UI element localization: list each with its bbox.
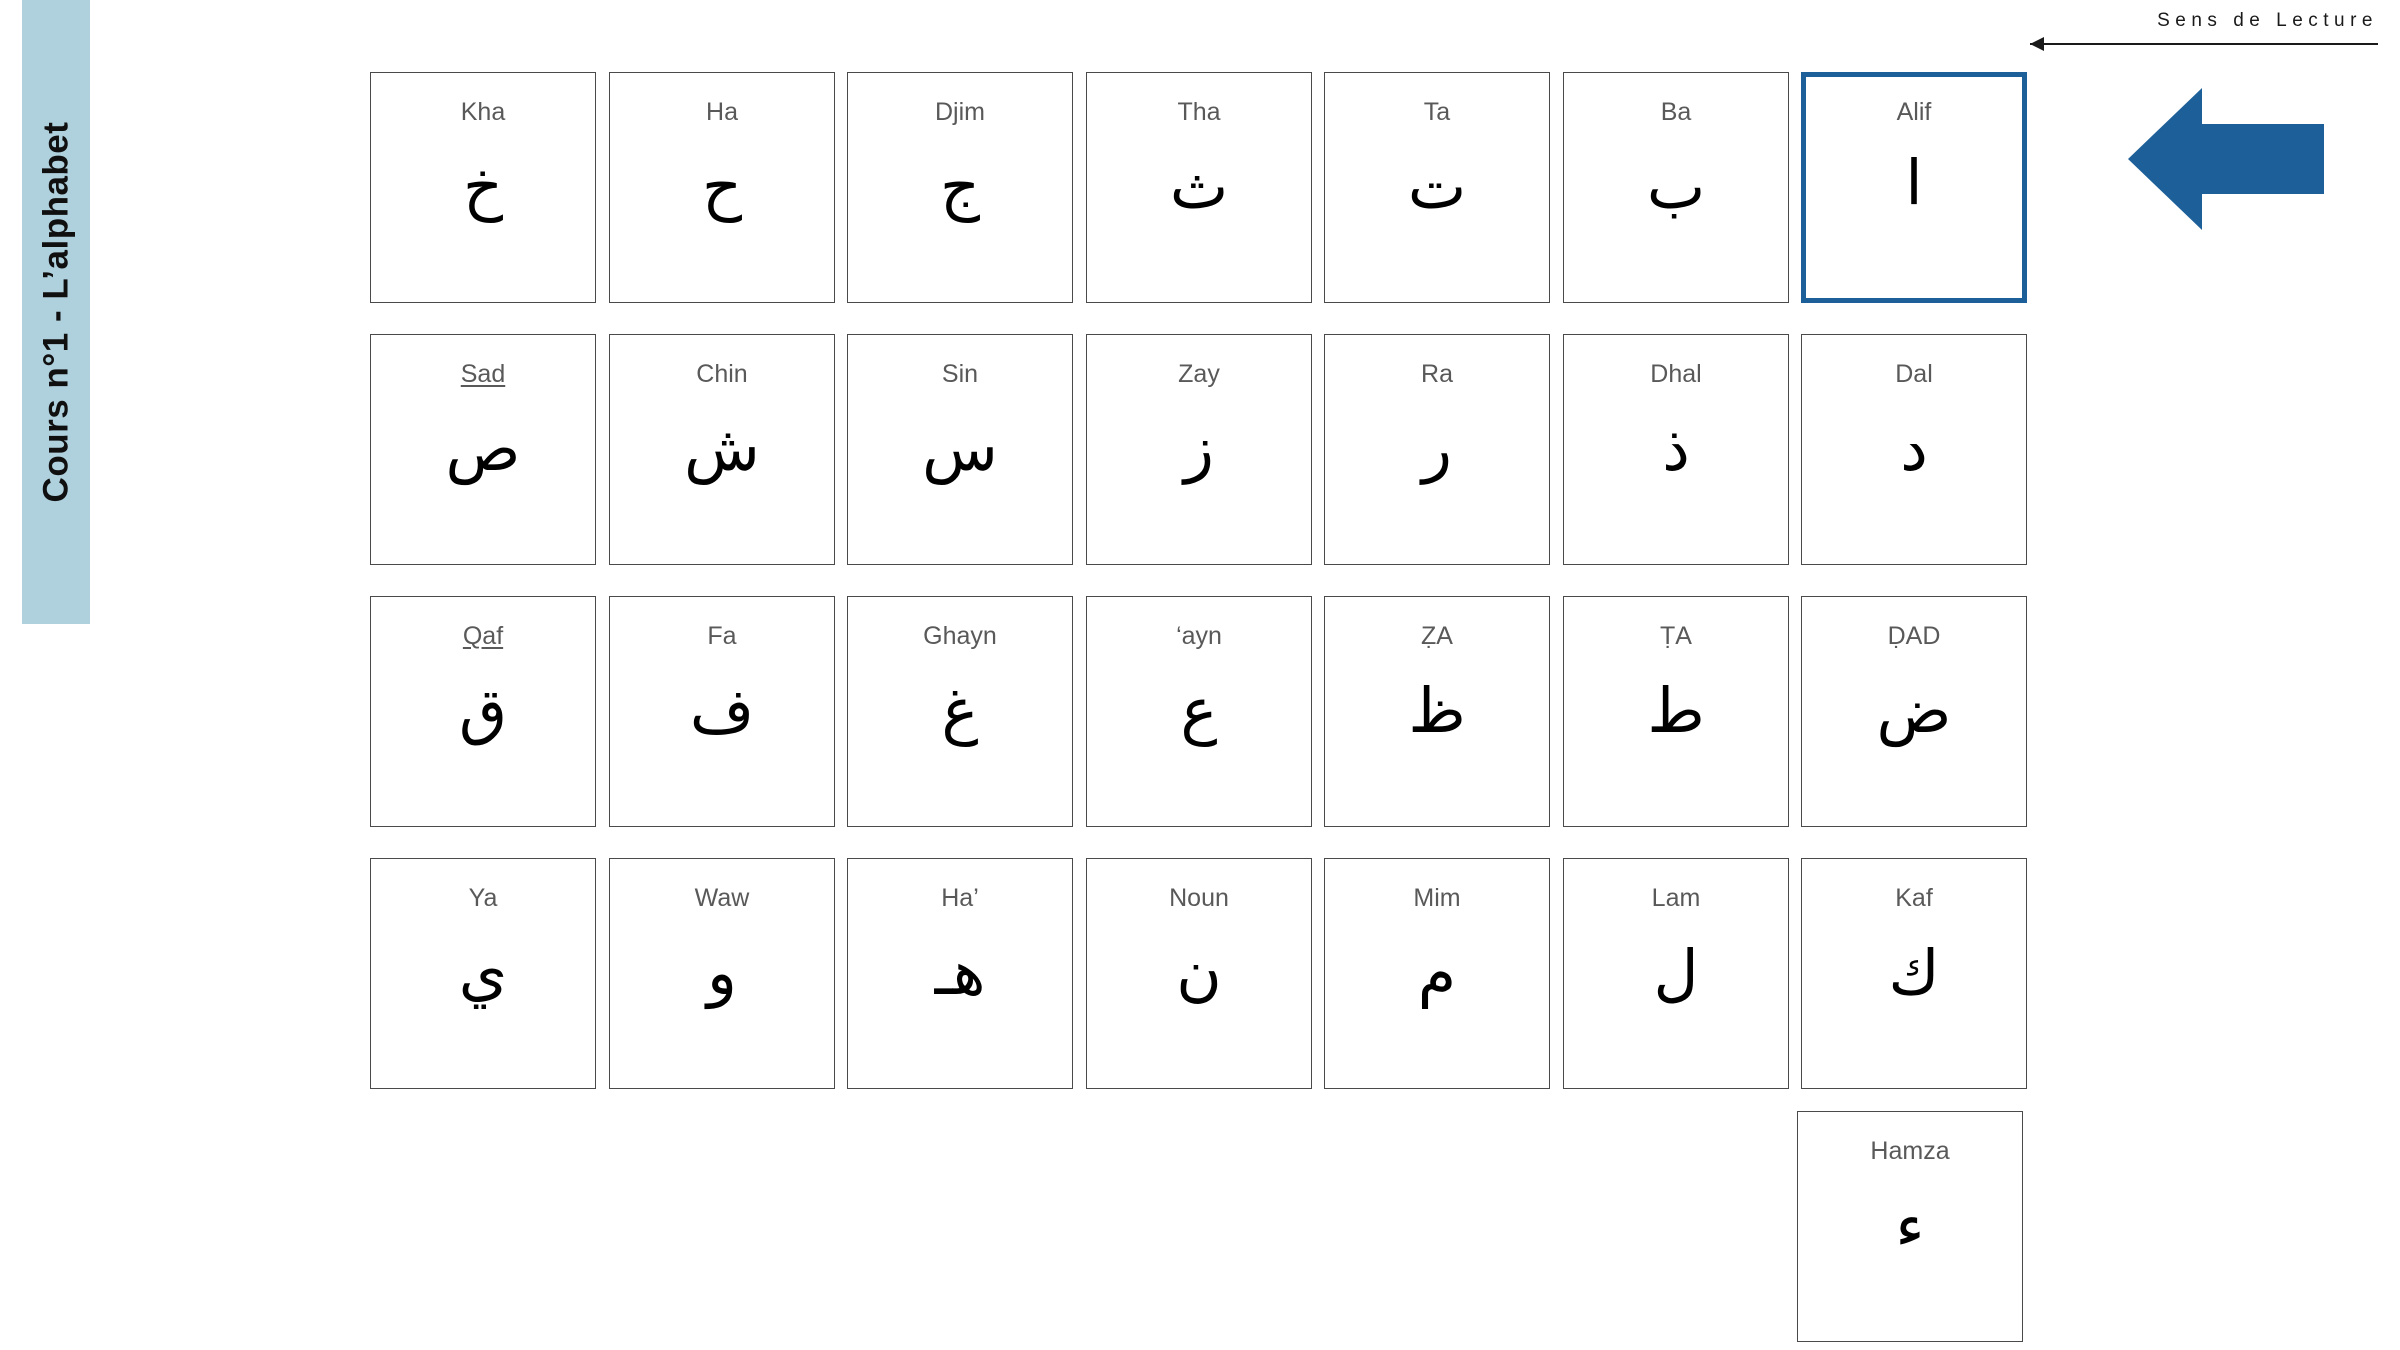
letter-glyph: ك <box>1888 936 1940 1009</box>
big-left-arrow-icon <box>2128 88 2324 230</box>
letter-card-mim[interactable]: Mim م <box>1324 858 1550 1089</box>
letter-glyph: ط <box>1647 674 1705 747</box>
letter-glyph: ا <box>1905 146 1923 219</box>
letter-glyph: ف <box>689 674 755 747</box>
letter-card-fa[interactable]: Fa ف <box>609 596 835 827</box>
letter-name: Ha’ <box>941 884 979 912</box>
letter-name: Dal <box>1895 360 1933 388</box>
letter-card-lam[interactable]: Lam ل <box>1563 858 1789 1089</box>
letter-glyph: ب <box>1646 150 1706 223</box>
letter-card-ghayn[interactable]: Ghayn غ <box>847 596 1073 827</box>
letter-card-zay[interactable]: Zay ز <box>1086 334 1312 565</box>
reading-direction-line <box>2030 43 2378 45</box>
letter-glyph: ء <box>1895 1189 1925 1262</box>
letter-glyph: ز <box>1184 412 1214 485</box>
letter-name: Sad <box>460 360 506 388</box>
letter-card-hamza[interactable]: Hamza ء <box>1797 1111 2023 1342</box>
letter-glyph: ذ <box>1662 412 1690 485</box>
alphabet-row: Sad ص Chin ش Sin س Zay ز Ra ر Dhal ذ Dal… <box>370 334 2040 565</box>
letter-card-qaf[interactable]: Qaf ق <box>370 596 596 827</box>
letter-name: Lam <box>1651 884 1701 912</box>
letter-glyph: د <box>1900 412 1928 485</box>
letter-glyph: س <box>922 412 998 485</box>
letter-name: Sin <box>941 360 979 388</box>
letter-glyph: م <box>1417 936 1457 1009</box>
letter-card-kaf[interactable]: Kaf ك <box>1801 858 2027 1089</box>
reading-direction-label: Sens de Lecture <box>2157 10 2378 31</box>
letter-name: ẒA <box>1421 622 1453 650</box>
letter-name: Zay <box>1178 360 1220 388</box>
letter-name: Fa <box>707 622 737 650</box>
letter-glyph: ث <box>1169 150 1229 223</box>
letter-glyph: ت <box>1407 150 1467 223</box>
letter-card-ta[interactable]: Ta ت <box>1324 72 1550 303</box>
alphabet-row: Ya ي Waw و Ha’ هـ Noun ن Mim م Lam ل Kaf… <box>370 858 2040 1089</box>
letter-name: Ta <box>1423 98 1451 126</box>
letter-glyph: غ <box>941 674 979 747</box>
letter-glyph: ن <box>1176 936 1222 1009</box>
letter-glyph: ض <box>1876 674 1952 747</box>
reading-direction-indicator: Sens de Lecture <box>2030 10 2390 58</box>
letter-name: ṬA <box>1660 622 1692 650</box>
sidebar-color-band <box>22 0 90 624</box>
letter-name: Mim <box>1413 884 1461 912</box>
letter-name: Ha <box>706 98 738 126</box>
letter-card-alif[interactable]: Alif ا <box>1801 72 2027 303</box>
letter-name: Noun <box>1169 884 1229 912</box>
letter-glyph: ق <box>458 674 508 747</box>
letter-name: Qaf <box>462 622 504 650</box>
letter-glyph: ص <box>445 412 521 485</box>
letter-glyph: ر <box>1422 412 1452 485</box>
letter-glyph: خ <box>462 150 504 223</box>
letter-card-sin[interactable]: Sin س <box>847 334 1073 565</box>
letter-card-ha[interactable]: Ha ح <box>609 72 835 303</box>
alphabet-grid: Kha خ Ha ح Djim ج Tha ث Ta ت Ba ب Alif ا <box>370 72 2040 1342</box>
letter-name: Djim <box>935 98 985 126</box>
letter-card-dal[interactable]: Dal د <box>1801 334 2027 565</box>
letter-glyph: و <box>707 936 737 1009</box>
letter-glyph: ل <box>1653 936 1699 1009</box>
letter-name: Kaf <box>1895 884 1933 912</box>
letter-name: ḌAD <box>1887 622 1941 650</box>
letter-name: Alif <box>1896 98 1932 126</box>
alphabet-row: Hamza ء <box>370 1111 2040 1342</box>
letter-card-chin[interactable]: Chin ش <box>609 334 835 565</box>
letter-card-ha-prime[interactable]: Ha’ هـ <box>847 858 1073 1089</box>
letter-card-ba[interactable]: Ba ب <box>1563 72 1789 303</box>
letter-card-sad[interactable]: Sad ص <box>370 334 596 565</box>
letter-glyph: ش <box>684 412 760 485</box>
letter-card-dad[interactable]: ḌAD ض <box>1801 596 2027 827</box>
letter-glyph: ظ <box>1408 674 1466 747</box>
letter-glyph: ح <box>701 150 743 223</box>
letter-name: Ra <box>1421 360 1453 388</box>
letter-name: Waw <box>694 884 750 912</box>
letter-card-tha[interactable]: Tha ث <box>1086 72 1312 303</box>
letter-name: ‘ayn <box>1176 622 1222 650</box>
letter-card-dhal[interactable]: Dhal ذ <box>1563 334 1789 565</box>
letter-card-djim[interactable]: Djim ج <box>847 72 1073 303</box>
letter-name: Dhal <box>1650 360 1702 388</box>
letter-name: Ya <box>468 884 498 912</box>
letter-card-ya[interactable]: Ya ي <box>370 858 596 1089</box>
letter-name: Ba <box>1660 98 1692 126</box>
letter-name: Tha <box>1177 98 1221 126</box>
letter-card-noun[interactable]: Noun ن <box>1086 858 1312 1089</box>
letter-glyph: ي <box>458 936 508 1009</box>
letter-name: Kha <box>460 98 506 126</box>
alphabet-row: Qaf ق Fa ف Ghayn غ ‘ayn ع ẒA ظ ṬA ط ḌAD … <box>370 596 2040 827</box>
letter-card-za[interactable]: ẒA ظ <box>1324 596 1550 827</box>
letter-card-waw[interactable]: Waw و <box>609 858 835 1089</box>
letter-card-ta-emphatic[interactable]: ṬA ط <box>1563 596 1789 827</box>
reading-direction-arrow-icon <box>2030 37 2044 51</box>
alphabet-row: Kha خ Ha ح Djim ج Tha ث Ta ت Ba ب Alif ا <box>370 72 2040 303</box>
letter-name: Hamza <box>1870 1137 1950 1165</box>
letter-glyph: ع <box>1180 674 1218 747</box>
letter-card-kha[interactable]: Kha خ <box>370 72 596 303</box>
letter-card-ayn[interactable]: ‘ayn ع <box>1086 596 1312 827</box>
letter-glyph: ج <box>939 150 981 223</box>
letter-name: Ghayn <box>923 622 997 650</box>
letter-glyph: هـ <box>934 936 986 1009</box>
letter-card-ra[interactable]: Ra ر <box>1324 334 1550 565</box>
letter-name: Chin <box>696 360 748 388</box>
